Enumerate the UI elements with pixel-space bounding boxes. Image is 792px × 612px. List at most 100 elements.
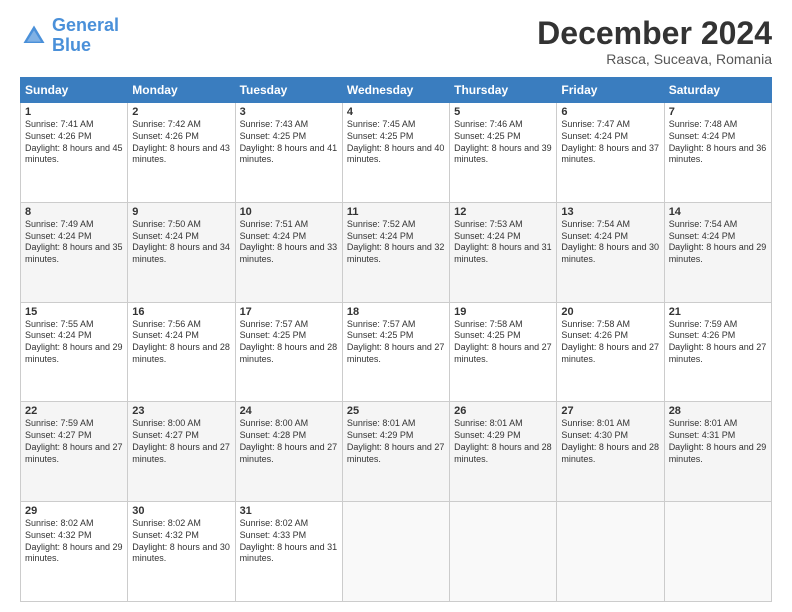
day-cell: 31 Sunrise: 8:02 AM Sunset: 4:33 PM Dayl… [235,502,342,602]
day-cell: 25 Sunrise: 8:01 AM Sunset: 4:29 PM Dayl… [342,402,449,502]
day-info: Sunrise: 8:00 AM Sunset: 4:28 PM Dayligh… [240,418,338,465]
day-info: Sunrise: 8:02 AM Sunset: 4:33 PM Dayligh… [240,518,338,565]
day-cell: 21 Sunrise: 7:59 AM Sunset: 4:26 PM Dayl… [664,302,771,402]
day-cell: 3 Sunrise: 7:43 AM Sunset: 4:25 PM Dayli… [235,103,342,203]
day-info: Sunrise: 7:54 AM Sunset: 4:24 PM Dayligh… [669,219,767,266]
day-number: 1 [25,106,123,118]
day-cell: 22 Sunrise: 7:59 AM Sunset: 4:27 PM Dayl… [21,402,128,502]
day-cell: 16 Sunrise: 7:56 AM Sunset: 4:24 PM Dayl… [128,302,235,402]
day-cell: 14 Sunrise: 7:54 AM Sunset: 4:24 PM Dayl… [664,202,771,302]
day-info: Sunrise: 7:57 AM Sunset: 4:25 PM Dayligh… [240,319,338,366]
day-cell [557,502,664,602]
calendar-body: 1 Sunrise: 7:41 AM Sunset: 4:26 PM Dayli… [21,103,772,602]
col-header-wednesday: Wednesday [342,78,449,103]
day-cell [450,502,557,602]
day-number: 28 [669,405,767,417]
day-cell: 29 Sunrise: 8:02 AM Sunset: 4:32 PM Dayl… [21,502,128,602]
calendar-table: SundayMondayTuesdayWednesdayThursdayFrid… [20,77,772,602]
day-number: 21 [669,306,767,318]
main-title: December 2024 [537,16,772,51]
day-info: Sunrise: 7:54 AM Sunset: 4:24 PM Dayligh… [561,219,659,266]
col-header-thursday: Thursday [450,78,557,103]
day-cell: 5 Sunrise: 7:46 AM Sunset: 4:25 PM Dayli… [450,103,557,203]
day-cell: 27 Sunrise: 8:01 AM Sunset: 4:30 PM Dayl… [557,402,664,502]
week-row-2: 8 Sunrise: 7:49 AM Sunset: 4:24 PM Dayli… [21,202,772,302]
day-number: 24 [240,405,338,417]
day-cell: 12 Sunrise: 7:53 AM Sunset: 4:24 PM Dayl… [450,202,557,302]
day-cell: 1 Sunrise: 7:41 AM Sunset: 4:26 PM Dayli… [21,103,128,203]
day-cell: 17 Sunrise: 7:57 AM Sunset: 4:25 PM Dayl… [235,302,342,402]
calendar-page: General Blue December 2024 Rasca, Suceav… [0,0,792,612]
day-number: 22 [25,405,123,417]
day-cell: 2 Sunrise: 7:42 AM Sunset: 4:26 PM Dayli… [128,103,235,203]
day-number: 8 [25,206,123,218]
day-info: Sunrise: 7:55 AM Sunset: 4:24 PM Dayligh… [25,319,123,366]
day-cell: 15 Sunrise: 7:55 AM Sunset: 4:24 PM Dayl… [21,302,128,402]
day-cell: 9 Sunrise: 7:50 AM Sunset: 4:24 PM Dayli… [128,202,235,302]
day-number: 13 [561,206,659,218]
day-number: 30 [132,505,230,517]
col-header-monday: Monday [128,78,235,103]
day-info: Sunrise: 7:47 AM Sunset: 4:24 PM Dayligh… [561,119,659,166]
day-number: 6 [561,106,659,118]
day-info: Sunrise: 7:58 AM Sunset: 4:26 PM Dayligh… [561,319,659,366]
col-header-friday: Friday [557,78,664,103]
day-info: Sunrise: 7:45 AM Sunset: 4:25 PM Dayligh… [347,119,445,166]
day-cell [342,502,449,602]
day-info: Sunrise: 7:58 AM Sunset: 4:25 PM Dayligh… [454,319,552,366]
day-cell: 20 Sunrise: 7:58 AM Sunset: 4:26 PM Dayl… [557,302,664,402]
col-header-tuesday: Tuesday [235,78,342,103]
day-cell [664,502,771,602]
day-info: Sunrise: 7:52 AM Sunset: 4:24 PM Dayligh… [347,219,445,266]
calendar-header-row: SundayMondayTuesdayWednesdayThursdayFrid… [21,78,772,103]
day-number: 17 [240,306,338,318]
day-number: 7 [669,106,767,118]
day-number: 10 [240,206,338,218]
day-number: 23 [132,405,230,417]
day-number: 9 [132,206,230,218]
day-number: 2 [132,106,230,118]
day-number: 19 [454,306,552,318]
day-cell: 11 Sunrise: 7:52 AM Sunset: 4:24 PM Dayl… [342,202,449,302]
day-cell: 26 Sunrise: 8:01 AM Sunset: 4:29 PM Dayl… [450,402,557,502]
day-info: Sunrise: 8:02 AM Sunset: 4:32 PM Dayligh… [25,518,123,565]
day-cell: 23 Sunrise: 8:00 AM Sunset: 4:27 PM Dayl… [128,402,235,502]
day-cell: 19 Sunrise: 7:58 AM Sunset: 4:25 PM Dayl… [450,302,557,402]
week-row-4: 22 Sunrise: 7:59 AM Sunset: 4:27 PM Dayl… [21,402,772,502]
day-number: 29 [25,505,123,517]
header: General Blue December 2024 Rasca, Suceav… [20,16,772,67]
day-number: 26 [454,405,552,417]
day-number: 20 [561,306,659,318]
col-header-saturday: Saturday [664,78,771,103]
day-number: 5 [454,106,552,118]
week-row-5: 29 Sunrise: 8:02 AM Sunset: 4:32 PM Dayl… [21,502,772,602]
day-cell: 24 Sunrise: 8:00 AM Sunset: 4:28 PM Dayl… [235,402,342,502]
col-header-sunday: Sunday [21,78,128,103]
day-info: Sunrise: 7:41 AM Sunset: 4:26 PM Dayligh… [25,119,123,166]
day-cell: 6 Sunrise: 7:47 AM Sunset: 4:24 PM Dayli… [557,103,664,203]
week-row-1: 1 Sunrise: 7:41 AM Sunset: 4:26 PM Dayli… [21,103,772,203]
day-number: 12 [454,206,552,218]
logo: General Blue [20,16,119,56]
day-cell: 28 Sunrise: 8:01 AM Sunset: 4:31 PM Dayl… [664,402,771,502]
day-number: 3 [240,106,338,118]
day-number: 25 [347,405,445,417]
logo-text: General Blue [52,16,119,56]
day-number: 18 [347,306,445,318]
title-block: December 2024 Rasca, Suceava, Romania [537,16,772,67]
day-cell: 30 Sunrise: 8:02 AM Sunset: 4:32 PM Dayl… [128,502,235,602]
day-info: Sunrise: 7:57 AM Sunset: 4:25 PM Dayligh… [347,319,445,366]
day-number: 16 [132,306,230,318]
day-info: Sunrise: 7:48 AM Sunset: 4:24 PM Dayligh… [669,119,767,166]
day-number: 15 [25,306,123,318]
day-cell: 4 Sunrise: 7:45 AM Sunset: 4:25 PM Dayli… [342,103,449,203]
logo-icon [20,22,48,50]
day-number: 4 [347,106,445,118]
day-info: Sunrise: 8:01 AM Sunset: 4:30 PM Dayligh… [561,418,659,465]
day-cell: 18 Sunrise: 7:57 AM Sunset: 4:25 PM Dayl… [342,302,449,402]
day-info: Sunrise: 8:01 AM Sunset: 4:29 PM Dayligh… [454,418,552,465]
day-info: Sunrise: 7:59 AM Sunset: 4:26 PM Dayligh… [669,319,767,366]
day-info: Sunrise: 7:56 AM Sunset: 4:24 PM Dayligh… [132,319,230,366]
day-info: Sunrise: 7:49 AM Sunset: 4:24 PM Dayligh… [25,219,123,266]
day-cell: 8 Sunrise: 7:49 AM Sunset: 4:24 PM Dayli… [21,202,128,302]
